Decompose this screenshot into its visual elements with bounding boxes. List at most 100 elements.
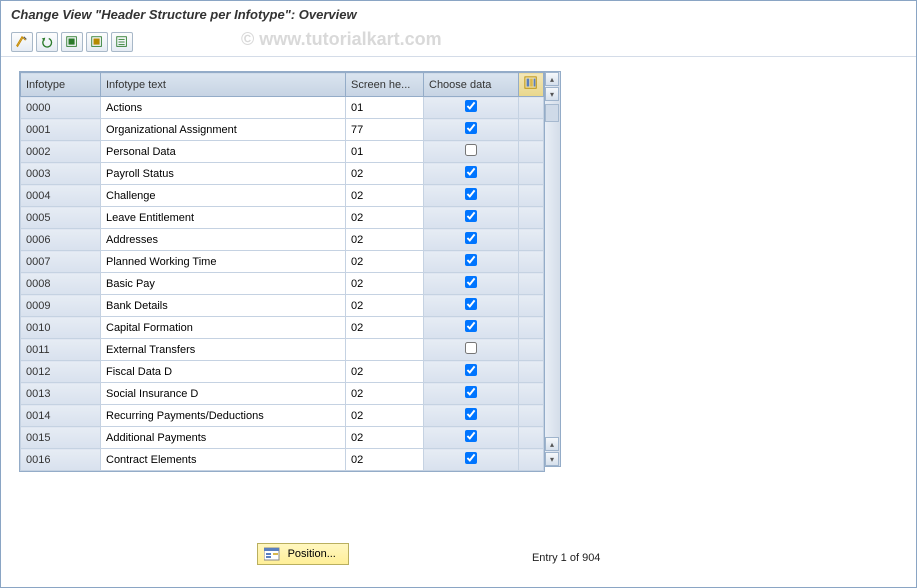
col-infotype[interactable]: Infotype (21, 73, 101, 97)
cell-infotype[interactable]: 0003 (21, 163, 101, 185)
choose-data-checkbox[interactable] (465, 188, 477, 200)
cell-infotype-text[interactable]: Social Insurance D (101, 383, 346, 405)
table-row[interactable]: 0011External Transfers (21, 339, 544, 361)
choose-data-checkbox[interactable] (465, 100, 477, 112)
cell-screen-header[interactable]: 02 (346, 427, 424, 449)
cell-infotype[interactable]: 0000 (21, 97, 101, 119)
cell-infotype-text[interactable]: Organizational Assignment (101, 119, 346, 141)
cell-screen-header[interactable]: 02 (346, 229, 424, 251)
table-row[interactable]: 0009Bank Details02 (21, 295, 544, 317)
table-row[interactable]: 0000Actions01 (21, 97, 544, 119)
cell-screen-header[interactable] (346, 339, 424, 361)
select-all-button[interactable] (61, 32, 83, 52)
choose-data-checkbox[interactable] (465, 452, 477, 464)
cell-screen-header[interactable]: 02 (346, 251, 424, 273)
cell-screen-header[interactable]: 02 (346, 405, 424, 427)
cell-infotype[interactable]: 0006 (21, 229, 101, 251)
cell-infotype-text[interactable]: Payroll Status (101, 163, 346, 185)
cell-infotype-text[interactable]: Leave Entitlement (101, 207, 346, 229)
choose-data-checkbox[interactable] (465, 210, 477, 222)
cell-screen-header[interactable]: 02 (346, 295, 424, 317)
cell-screen-header[interactable]: 02 (346, 361, 424, 383)
cell-infotype[interactable]: 0005 (21, 207, 101, 229)
cell-screen-header[interactable]: 02 (346, 163, 424, 185)
choose-data-checkbox[interactable] (465, 276, 477, 288)
cell-infotype[interactable]: 0015 (21, 427, 101, 449)
choose-data-checkbox[interactable] (465, 408, 477, 420)
cell-infotype[interactable]: 0007 (21, 251, 101, 273)
table-row[interactable]: 0007Planned Working Time02 (21, 251, 544, 273)
deselect-all-button[interactable] (86, 32, 108, 52)
cell-infotype-text[interactable]: Planned Working Time (101, 251, 346, 273)
scroll-down-button[interactable]: ▴ (545, 437, 559, 451)
choose-data-checkbox[interactable] (465, 342, 477, 354)
cell-infotype[interactable]: 0012 (21, 361, 101, 383)
vertical-scrollbar[interactable]: ▴ ▾ ▴ ▾ (545, 71, 561, 467)
choose-data-checkbox[interactable] (465, 254, 477, 266)
undo-button[interactable] (36, 32, 58, 52)
cell-screen-header[interactable]: 02 (346, 449, 424, 471)
cell-infotype-text[interactable]: Contract Elements (101, 449, 346, 471)
table-row[interactable]: 0015Additional Payments02 (21, 427, 544, 449)
cell-infotype[interactable]: 0011 (21, 339, 101, 361)
cell-screen-header[interactable]: 02 (346, 207, 424, 229)
choose-data-checkbox[interactable] (465, 320, 477, 332)
cell-infotype[interactable]: 0001 (21, 119, 101, 141)
choose-data-checkbox[interactable] (465, 166, 477, 178)
scrollbar-thumb[interactable] (545, 104, 559, 122)
choose-data-checkbox[interactable] (465, 232, 477, 244)
choose-data-checkbox[interactable] (465, 364, 477, 376)
cell-screen-header[interactable]: 01 (346, 141, 424, 163)
choose-data-checkbox[interactable] (465, 430, 477, 442)
cell-infotype[interactable]: 0004 (21, 185, 101, 207)
table-row[interactable]: 0016Contract Elements02 (21, 449, 544, 471)
cell-screen-header[interactable]: 02 (346, 273, 424, 295)
configure-columns-button[interactable] (519, 73, 544, 97)
cell-infotype[interactable]: 0002 (21, 141, 101, 163)
choose-data-checkbox[interactable] (465, 386, 477, 398)
cell-infotype-text[interactable]: Challenge (101, 185, 346, 207)
cell-infotype-text[interactable]: Additional Payments (101, 427, 346, 449)
cell-infotype-text[interactable]: Fiscal Data D (101, 361, 346, 383)
table-row[interactable]: 0012Fiscal Data D02 (21, 361, 544, 383)
cell-infotype[interactable]: 0010 (21, 317, 101, 339)
scroll-up-button[interactable]: ▾ (545, 87, 559, 101)
cell-infotype-text[interactable]: Bank Details (101, 295, 346, 317)
choose-data-checkbox[interactable] (465, 298, 477, 310)
cell-screen-header[interactable]: 02 (346, 317, 424, 339)
table-row[interactable]: 0010Capital Formation02 (21, 317, 544, 339)
table-row[interactable]: 0001Organizational Assignment77 (21, 119, 544, 141)
cell-screen-header[interactable]: 01 (346, 97, 424, 119)
toggle-display-change-button[interactable] (11, 32, 33, 52)
position-button[interactable]: Position... (257, 543, 349, 565)
select-block-button[interactable] (111, 32, 133, 52)
choose-data-checkbox[interactable] (465, 144, 477, 156)
table-row[interactable]: 0004Challenge02 (21, 185, 544, 207)
cell-screen-header[interactable]: 02 (346, 383, 424, 405)
cell-infotype-text[interactable]: Capital Formation (101, 317, 346, 339)
col-screen-header[interactable]: Screen he... (346, 73, 424, 97)
cell-infotype-text[interactable]: Addresses (101, 229, 346, 251)
cell-infotype[interactable]: 0009 (21, 295, 101, 317)
table-row[interactable]: 0002Personal Data01 (21, 141, 544, 163)
cell-infotype[interactable]: 0014 (21, 405, 101, 427)
cell-infotype-text[interactable]: Actions (101, 97, 346, 119)
cell-infotype-text[interactable]: Basic Pay (101, 273, 346, 295)
choose-data-checkbox[interactable] (465, 122, 477, 134)
cell-infotype-text[interactable]: Recurring Payments/Deductions (101, 405, 346, 427)
scroll-page-down-button[interactable]: ▾ (545, 452, 559, 466)
cell-infotype[interactable]: 0016 (21, 449, 101, 471)
col-choose-data[interactable]: Choose data (424, 73, 519, 97)
cell-screen-header[interactable]: 02 (346, 185, 424, 207)
cell-infotype-text[interactable]: External Transfers (101, 339, 346, 361)
cell-infotype-text[interactable]: Personal Data (101, 141, 346, 163)
table-row[interactable]: 0005Leave Entitlement02 (21, 207, 544, 229)
scroll-page-up-button[interactable]: ▴ (545, 72, 559, 86)
cell-screen-header[interactable]: 77 (346, 119, 424, 141)
cell-infotype[interactable]: 0013 (21, 383, 101, 405)
col-infotype-text[interactable]: Infotype text (101, 73, 346, 97)
table-row[interactable]: 0003Payroll Status02 (21, 163, 544, 185)
table-row[interactable]: 0006Addresses02 (21, 229, 544, 251)
table-row[interactable]: 0008Basic Pay02 (21, 273, 544, 295)
table-row[interactable]: 0013Social Insurance D02 (21, 383, 544, 405)
